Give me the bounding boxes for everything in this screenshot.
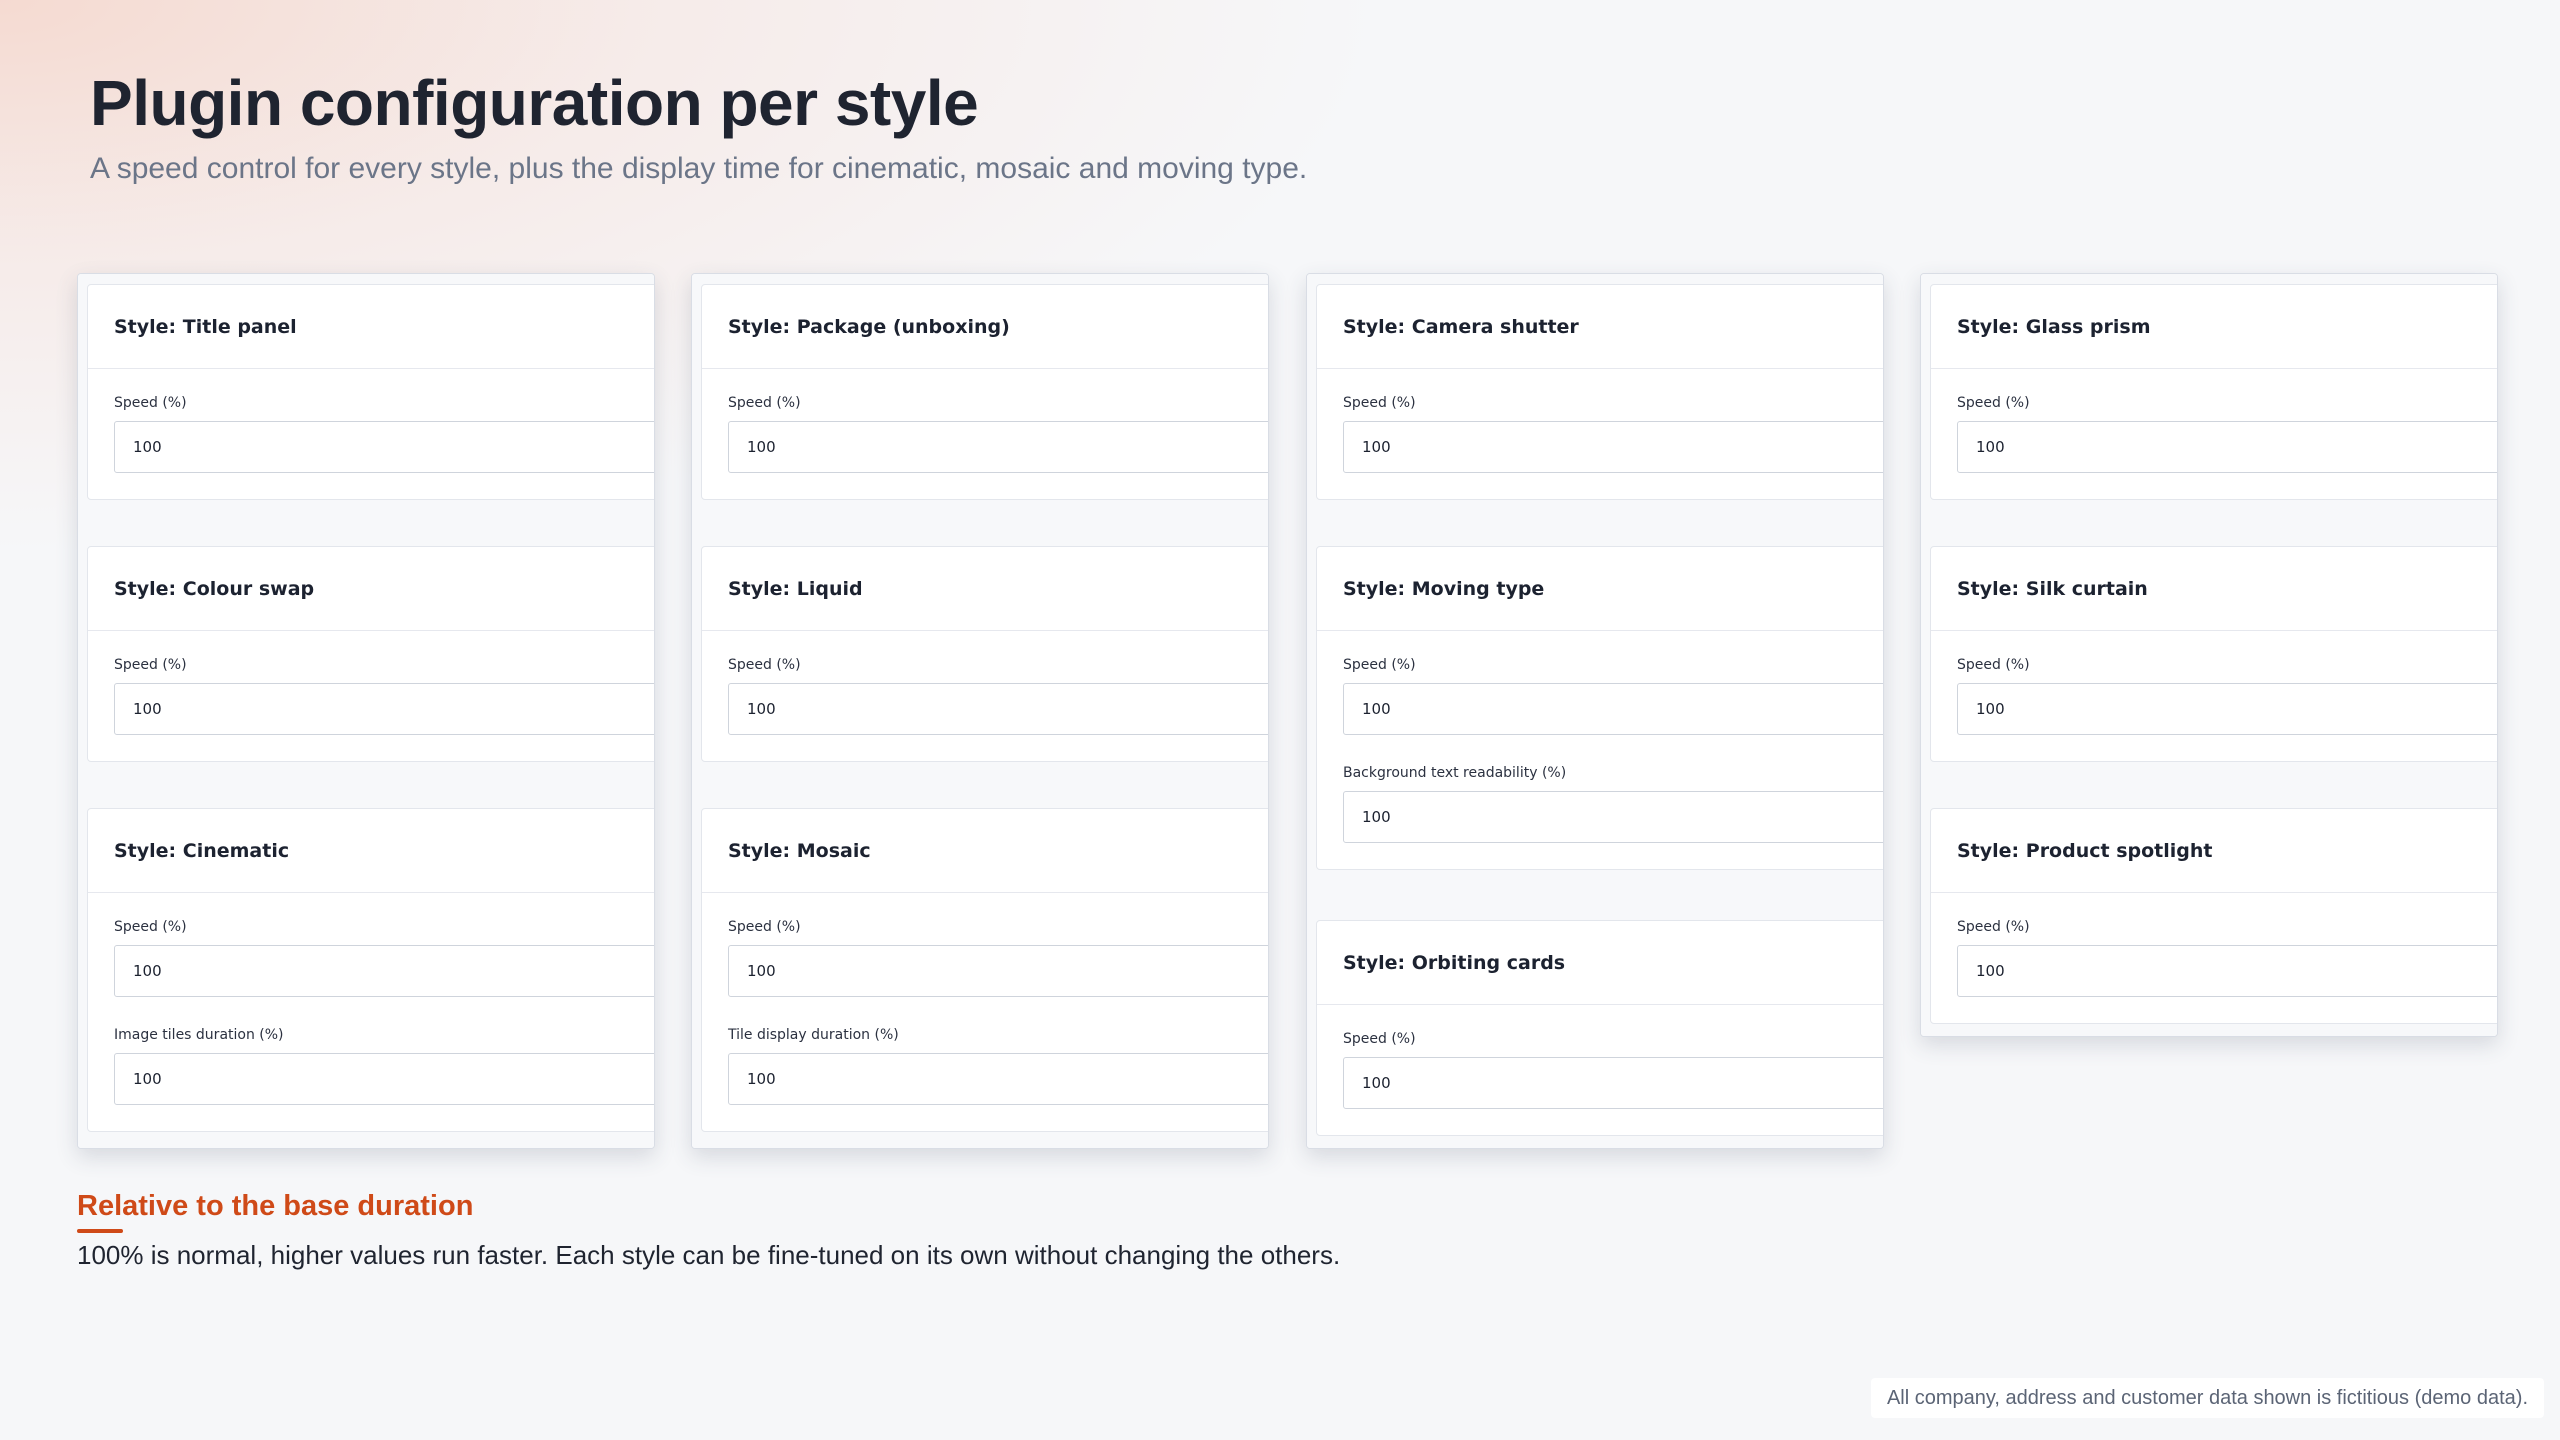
speed-input-silk-curtain[interactable] (1957, 683, 2497, 735)
style-card-silk-curtain: Style: Silk curtain Speed (%) (1930, 546, 2497, 762)
card-title: Style: Silk curtain (1931, 547, 2497, 631)
field-label: Speed (%) (728, 395, 801, 411)
speed-input-moving-type[interactable] (1343, 683, 1883, 735)
speed-input-mosaic[interactable] (728, 945, 1268, 997)
card-title: Style: Glass prism (1931, 285, 2497, 369)
card-title: Style: Moving type (1317, 547, 1883, 631)
card-title: Style: Title panel (88, 285, 654, 369)
style-card-orbiting-cards: Style: Orbiting cards Speed (%) (1316, 920, 1883, 1136)
field-label: Image tiles duration (%) (114, 1027, 284, 1043)
style-card-moving-type: Style: Moving type Speed (%) Background … (1316, 546, 1883, 870)
card-title: Style: Colour swap (88, 547, 654, 631)
speed-input-orbiting-cards[interactable] (1343, 1057, 1883, 1109)
speed-input-product-spotlight[interactable] (1957, 945, 2497, 997)
speed-input-camera-shutter[interactable] (1343, 421, 1883, 473)
page-subtitle: A speed control for every style, plus th… (90, 152, 1308, 185)
style-card-camera-shutter: Style: Camera shutter Speed (%) (1316, 284, 1883, 500)
speed-input-cinematic[interactable] (114, 945, 654, 997)
card-title: Style: Cinematic (88, 809, 654, 893)
field-label: Speed (%) (728, 919, 801, 935)
speed-input-colour-swap[interactable] (114, 683, 654, 735)
style-card-mosaic: Style: Mosaic Speed (%) Tile display dur… (701, 808, 1268, 1132)
card-title: Style: Camera shutter (1317, 285, 1883, 369)
page-title: Plugin configuration per style (90, 67, 979, 139)
settings-panel-3[interactable]: Style: Camera shutter Speed (%) Style: M… (1306, 273, 1884, 1149)
settings-panel-4[interactable]: Style: Glass prism Speed (%) Style: Silk… (1920, 273, 2498, 1037)
field-label: Speed (%) (728, 657, 801, 673)
style-card-cinematic: Style: Cinematic Speed (%) Image tiles d… (87, 808, 654, 1132)
style-card-package: Style: Package (unboxing) Speed (%) (701, 284, 1268, 500)
field-label: Speed (%) (1957, 395, 2030, 411)
note-heading: Relative to the base duration (77, 1190, 474, 1222)
card-title: Style: Product spotlight (1931, 809, 2497, 893)
field-label: Speed (%) (114, 657, 187, 673)
card-title: Style: Mosaic (702, 809, 1268, 893)
card-title: Style: Orbiting cards (1317, 921, 1883, 1005)
style-card-liquid: Style: Liquid Speed (%) (701, 546, 1268, 762)
field-label: Speed (%) (1343, 657, 1416, 673)
field-label: Speed (%) (1957, 657, 2030, 673)
card-title: Style: Package (unboxing) (702, 285, 1268, 369)
style-card-title-panel: Style: Title panel Speed (%) (87, 284, 654, 500)
style-card-glass-prism: Style: Glass prism Speed (%) (1930, 284, 2497, 500)
tile-display-duration-input[interactable] (728, 1053, 1268, 1105)
image-tiles-duration-input[interactable] (114, 1053, 654, 1105)
field-label: Tile display duration (%) (728, 1027, 899, 1043)
field-label: Speed (%) (1343, 1031, 1416, 1047)
field-label: Speed (%) (1957, 919, 2030, 935)
field-label: Speed (%) (114, 395, 187, 411)
settings-panel-1[interactable]: Style: Title panel Speed (%) Style: Colo… (77, 273, 655, 1149)
card-title: Style: Liquid (702, 547, 1268, 631)
speed-input-title-panel[interactable] (114, 421, 654, 473)
speed-input-liquid[interactable] (728, 683, 1268, 735)
style-card-colour-swap: Style: Colour swap Speed (%) (87, 546, 654, 762)
speed-input-glass-prism[interactable] (1957, 421, 2497, 473)
speed-input-package[interactable] (728, 421, 1268, 473)
style-card-product-spotlight: Style: Product spotlight Speed (%) (1930, 808, 2497, 1024)
note-text: 100% is normal, higher values run faster… (77, 1240, 1341, 1270)
demo-data-disclaimer: All company, address and customer data s… (1870, 1378, 2544, 1418)
settings-panel-2[interactable]: Style: Package (unboxing) Speed (%) Styl… (691, 273, 1269, 1149)
field-label: Speed (%) (1343, 395, 1416, 411)
field-label: Background text readability (%) (1343, 765, 1567, 781)
field-label: Speed (%) (114, 919, 187, 935)
background-text-readability-input[interactable] (1343, 791, 1883, 843)
accent-underline (77, 1229, 123, 1233)
